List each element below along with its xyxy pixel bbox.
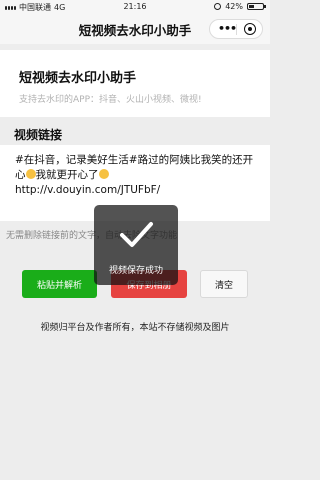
capsule-menu: ••• (209, 19, 263, 39)
smile-emoji-icon (25, 169, 36, 179)
battery-icon (247, 3, 266, 10)
header-card: 短视频去水印小助手 支持去水印的APP：抖音、火山小视频、微视! (0, 50, 270, 117)
capsule-divider (236, 24, 237, 35)
header-subtitle: 支持去水印的APP：抖音、火山小视频、微视! (19, 95, 202, 105)
nav-bar: 短视频去水印小助手 ••• (0, 14, 270, 44)
clear-button[interactable]: 清空 (200, 270, 248, 298)
paste-parse-button[interactable]: 粘贴并解析 (22, 270, 97, 298)
link-text-url: http://v.douyin.com/JTUFbF/ (15, 184, 161, 196)
status-bar: 中国联通 4G 21:16 42% (0, 0, 270, 14)
alarm-icon (214, 3, 222, 10)
more-dots-icon[interactable]: ••• (218, 23, 237, 34)
grin-emoji-icon (98, 169, 109, 179)
status-right: 42% (214, 2, 266, 11)
target-icon[interactable] (244, 23, 256, 35)
toast-text: 视频保存成功 (108, 266, 163, 276)
link-text-part2: 我就更开心了 (35, 169, 99, 181)
link-section-title: 视频链接 (14, 128, 63, 142)
battery-fill (249, 5, 255, 8)
header-title: 短视频去水印小助手 (19, 71, 137, 86)
toast: 视频保存成功 (94, 205, 178, 285)
checkmark-icon (120, 222, 153, 247)
footer-note: 视频归平台及作者所有，本站不存储视频及图片 (40, 323, 230, 333)
battery-percent: 42% (225, 2, 243, 11)
